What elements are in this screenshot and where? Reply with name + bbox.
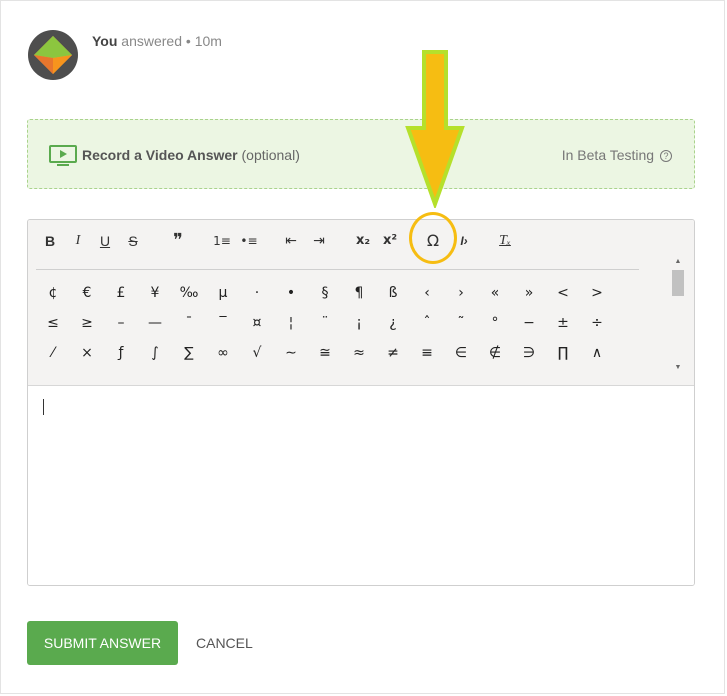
superscript-button[interactable]: x²: [379, 231, 401, 251]
special-char-0-8[interactable]: §: [312, 282, 338, 304]
post-action: answered: [121, 33, 182, 49]
annotation-down-arrow-icon: [405, 50, 465, 208]
help-icon[interactable]: ?: [660, 150, 672, 162]
answer-editor: B I U S ❞ 1≡ •≡ ⇤ ⇥ x₂ x² Ω I› Tₓ ¢ € £ ¥ ‰ µ…: [27, 219, 695, 586]
author-name: You: [92, 33, 118, 49]
special-char-0-5[interactable]: µ: [210, 282, 236, 304]
special-char-0-11[interactable]: ‹: [414, 282, 440, 304]
underline-button[interactable]: U: [97, 231, 113, 251]
bold-button[interactable]: B: [42, 231, 58, 251]
video-screen-icon: [49, 145, 77, 166]
special-char-2-8[interactable]: ≅: [312, 342, 338, 364]
avatar: [28, 30, 78, 80]
special-char-0-10[interactable]: ß: [380, 282, 406, 304]
special-char-0-12[interactable]: ›: [448, 282, 474, 304]
strikethrough-button[interactable]: S: [125, 231, 141, 251]
blockquote-button[interactable]: ❞: [168, 231, 188, 251]
special-char-2-10[interactable]: ≠: [380, 342, 406, 364]
special-char-2-11[interactable]: ≡: [414, 342, 440, 364]
special-char-0-0[interactable]: ¢: [40, 282, 66, 304]
video-answer-label: Record a Video Answer: [82, 147, 238, 163]
special-char-1-9[interactable]: ¡: [346, 312, 372, 334]
editor-toolbar: B I U S ❞ 1≡ •≡ ⇤ ⇥ x₂ x² Ω I› Tₓ ¢ € £ ¥ ‰ µ…: [28, 220, 694, 386]
scrollbar-thumb[interactable]: [672, 270, 684, 296]
special-char-2-13[interactable]: ∉: [482, 342, 508, 364]
special-char-1-8[interactable]: ¨: [312, 312, 338, 334]
avatar-logo-icon: [34, 36, 72, 74]
answer-text-area[interactable]: [28, 387, 694, 585]
special-char-0-14[interactable]: »: [516, 282, 542, 304]
post-meta: You answered • 10m: [92, 33, 222, 49]
subscript-button[interactable]: x₂: [352, 231, 374, 251]
special-char-0-7[interactable]: •: [278, 282, 304, 304]
special-char-0-1[interactable]: €: [74, 282, 100, 304]
special-char-0-4[interactable]: ‰: [176, 282, 202, 304]
special-char-2-16[interactable]: ∧: [584, 342, 610, 364]
italic-button[interactable]: I: [70, 231, 86, 251]
code-button[interactable]: I›: [455, 231, 473, 251]
special-char-1-12[interactable]: ˜: [448, 312, 474, 334]
special-char-2-7[interactable]: ∼: [278, 342, 304, 364]
clear-format-button[interactable]: Tₓ: [494, 231, 516, 251]
special-char-2-9[interactable]: ≈: [346, 342, 372, 364]
scroll-down-arrow-icon[interactable]: ▼: [673, 363, 683, 373]
meta-separator: •: [185, 33, 191, 49]
special-char-2-12[interactable]: ∈: [448, 342, 474, 364]
record-video-answer[interactable]: Record a Video Answer (optional) In Beta…: [27, 119, 695, 189]
special-char-1-6[interactable]: ¤: [244, 312, 270, 334]
submit-answer-button[interactable]: SUBMIT ANSWER: [27, 621, 178, 665]
special-char-1-16[interactable]: ÷: [584, 312, 610, 334]
video-answer-title: Record a Video Answer (optional): [82, 147, 300, 163]
scroll-up-arrow-icon[interactable]: ▲: [673, 257, 683, 267]
annotation-highlight-circle: [409, 212, 457, 264]
beta-notice: In Beta Testing ?: [562, 147, 672, 163]
indent-button[interactable]: ⇥: [309, 231, 329, 251]
special-char-0-3[interactable]: ¥: [142, 282, 168, 304]
post-time: 10m: [194, 33, 222, 49]
special-char-1-4[interactable]: ¯: [176, 312, 202, 334]
special-char-1-15[interactable]: ±: [550, 312, 576, 334]
special-char-1-13[interactable]: °: [482, 312, 508, 334]
special-char-2-6[interactable]: √: [244, 342, 270, 364]
special-char-1-11[interactable]: ˆ: [414, 312, 440, 334]
bullet-list-button[interactable]: •≡: [238, 231, 260, 251]
special-char-0-9[interactable]: ¶: [346, 282, 372, 304]
beta-label: In Beta Testing: [561, 147, 655, 163]
special-char-1-14[interactable]: −: [516, 312, 542, 334]
special-char-2-0[interactable]: ⁄: [40, 342, 66, 364]
special-char-2-15[interactable]: ∏: [550, 342, 576, 364]
special-char-1-5[interactable]: ‾: [210, 312, 236, 334]
special-char-1-2[interactable]: –: [108, 312, 134, 334]
video-answer-optional: (optional): [241, 147, 300, 163]
text-caret: [43, 399, 44, 415]
special-char-1-0[interactable]: ≤: [40, 312, 66, 334]
special-char-0-15[interactable]: <: [550, 282, 576, 304]
special-char-1-3[interactable]: —: [142, 312, 168, 334]
special-char-1-10[interactable]: ¿: [380, 312, 406, 334]
special-char-0-6[interactable]: ·: [244, 282, 270, 304]
outdent-button[interactable]: ⇤: [281, 231, 301, 251]
special-char-2-5[interactable]: ∞: [210, 342, 236, 364]
cancel-button[interactable]: CANCEL: [196, 621, 253, 665]
special-char-0-16[interactable]: >: [584, 282, 610, 304]
special-char-1-1[interactable]: ≥: [74, 312, 100, 334]
toolbar-divider: [36, 269, 639, 270]
special-char-2-4[interactable]: ∑: [176, 342, 202, 364]
special-char-0-2[interactable]: £: [108, 282, 134, 304]
special-char-2-2[interactable]: ƒ: [108, 342, 134, 364]
special-char-2-14[interactable]: ∋: [516, 342, 542, 364]
special-char-2-1[interactable]: ×: [74, 342, 100, 364]
special-char-1-7[interactable]: ¦: [278, 312, 304, 334]
special-char-2-3[interactable]: ∫: [142, 342, 168, 364]
special-char-0-13[interactable]: «: [482, 282, 508, 304]
ordered-list-button[interactable]: 1≡: [211, 231, 233, 251]
